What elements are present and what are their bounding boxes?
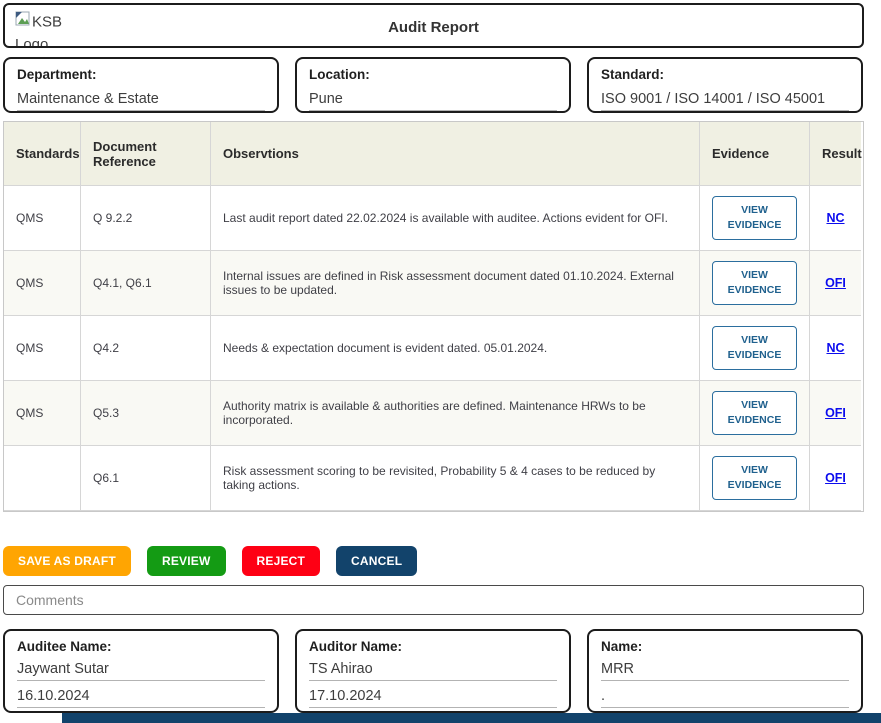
cell-doc-reference: Q4.2 (81, 316, 211, 381)
view-evidence-button[interactable]: VIEW EVIDENCE (712, 326, 797, 370)
result-link[interactable]: OFI (825, 276, 846, 290)
table-header-row: Standards Document Reference Observtions… (4, 122, 863, 186)
location-box: Location: (295, 57, 571, 113)
name-date-input[interactable] (601, 688, 849, 708)
cell-evidence: VIEW EVIDENCE (700, 186, 810, 251)
result-link[interactable]: OFI (825, 471, 846, 485)
view-evidence-button[interactable]: VIEW EVIDENCE (712, 261, 797, 305)
col-evidence: Evidence (700, 122, 810, 186)
view-evidence-button[interactable]: VIEW EVIDENCE (712, 391, 797, 435)
cell-result: OFI (810, 381, 861, 446)
cell-result: OFI (810, 251, 861, 316)
cell-evidence: VIEW EVIDENCE (700, 446, 810, 511)
cell-observation: Internal issues are defined in Risk asse… (211, 251, 700, 316)
page-title: Audit Report (5, 5, 862, 48)
cell-doc-reference: Q6.1 (81, 446, 211, 511)
auditee-date-input[interactable] (17, 688, 265, 708)
broken-image-icon (15, 11, 31, 34)
name-box: Name: (587, 629, 863, 713)
standard-label: Standard: (601, 67, 849, 82)
cell-result: NC (810, 186, 861, 251)
auditor-date-input[interactable] (309, 688, 557, 708)
bottom-bar (62, 713, 881, 723)
cell-doc-reference: Q5.3 (81, 381, 211, 446)
cancel-button[interactable]: CANCEL (336, 546, 417, 576)
cell-observation: Needs & expectation document is evident … (211, 316, 700, 381)
location-label: Location: (309, 67, 557, 82)
auditor-box: Auditor Name: (295, 629, 571, 713)
standard-input[interactable] (601, 91, 849, 111)
cell-evidence: VIEW EVIDENCE (700, 316, 810, 381)
cell-standard: QMS (4, 186, 81, 251)
auditor-name-label: Auditor Name: (309, 639, 557, 654)
cell-evidence: VIEW EVIDENCE (700, 381, 810, 446)
auditee-box: Auditee Name: (3, 629, 279, 713)
cell-observation: Authority matrix is available & authorit… (211, 381, 700, 446)
cell-standard (4, 446, 81, 511)
department-input[interactable] (17, 91, 265, 111)
view-evidence-button[interactable]: VIEW EVIDENCE (712, 196, 797, 240)
report-header: Audit Report KSB Logo (3, 3, 864, 48)
table-row: QMS Q5.3 Authority matrix is available &… (4, 381, 863, 446)
action-buttons: SAVE AS DRAFT REVIEW REJECT CANCEL (3, 546, 417, 576)
standard-box: Standard: (587, 57, 863, 113)
cell-standard: QMS (4, 251, 81, 316)
audit-observations-table: Standards Document Reference Observtions… (3, 121, 864, 512)
col-observations: Observtions (211, 122, 700, 186)
result-link[interactable]: NC (826, 211, 844, 225)
table-row: Q6.1 Risk assessment scoring to be revis… (4, 446, 863, 511)
broken-logo-image: KSB Logo (15, 11, 85, 48)
col-standards: Standards (4, 122, 81, 186)
col-result: Result (810, 122, 861, 186)
cell-observation: Last audit report dated 22.02.2024 is av… (211, 186, 700, 251)
cell-evidence: VIEW EVIDENCE (700, 251, 810, 316)
cell-observation: Risk assessment scoring to be revisited,… (211, 446, 700, 511)
auditee-name-label: Auditee Name: (17, 639, 265, 654)
cell-standard: QMS (4, 381, 81, 446)
table-row: QMS Q4.1, Q6.1 Internal issues are defin… (4, 251, 863, 316)
comments-input[interactable] (3, 585, 864, 615)
cell-result: OFI (810, 446, 861, 511)
reject-button[interactable]: REJECT (242, 546, 321, 576)
table-row: QMS Q4.2 Needs & expectation document is… (4, 316, 863, 381)
name-input[interactable] (601, 661, 849, 681)
review-button[interactable]: REVIEW (147, 546, 226, 576)
col-document-reference: Document Reference (81, 122, 211, 186)
department-box: Department: (3, 57, 279, 113)
save-as-draft-button[interactable]: SAVE AS DRAFT (3, 546, 131, 576)
cell-doc-reference: Q 9.2.2 (81, 186, 211, 251)
department-label: Department: (17, 67, 265, 82)
result-link[interactable]: NC (826, 341, 844, 355)
cell-standard: QMS (4, 316, 81, 381)
name-label: Name: (601, 639, 849, 654)
view-evidence-button[interactable]: VIEW EVIDENCE (712, 456, 797, 500)
cell-doc-reference: Q4.1, Q6.1 (81, 251, 211, 316)
auditor-name-input[interactable] (309, 661, 557, 681)
audit-report-page: Audit Report KSB Logo Department: Locati… (0, 0, 881, 723)
location-input[interactable] (309, 91, 557, 111)
result-link[interactable]: OFI (825, 406, 846, 420)
table-row: QMS Q 9.2.2 Last audit report dated 22.0… (4, 186, 863, 251)
cell-result: NC (810, 316, 861, 381)
auditee-name-input[interactable] (17, 661, 265, 681)
